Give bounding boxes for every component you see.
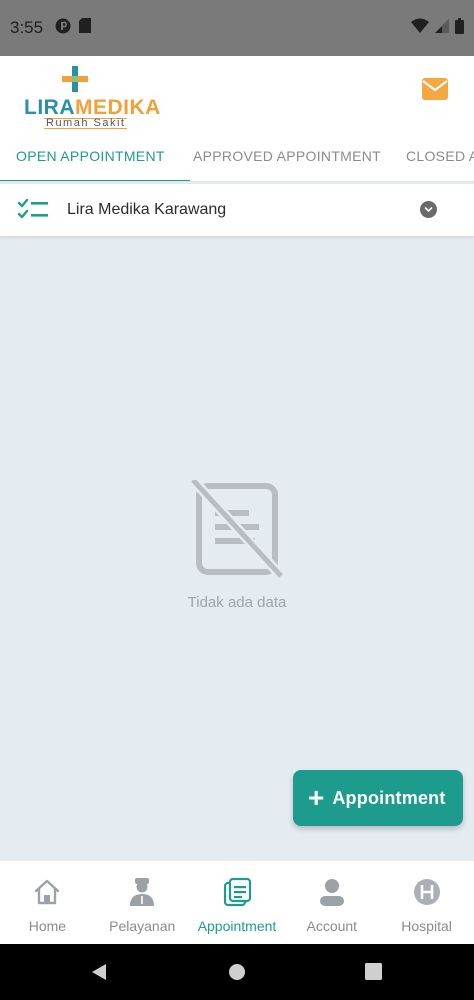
logo-brand-first: LIRA	[24, 96, 75, 119]
nav-item-pelayanan[interactable]: Pelayanan	[95, 861, 190, 944]
nav-label: Pelayanan	[109, 918, 176, 934]
appointment-icon	[223, 877, 252, 907]
plus-icon: +	[308, 782, 325, 813]
nav-label: Home	[28, 918, 67, 934]
logo-subtitle: Rumah Sakit	[44, 117, 128, 129]
add-appointment-label: Appointment	[332, 787, 446, 808]
nav-item-appointment[interactable]: Appointment	[190, 861, 285, 944]
logo-cross-icon	[62, 66, 88, 92]
mail-icon[interactable]	[422, 78, 448, 100]
bottom-navigation: Home Pelayanan Appointment Account Hospi…	[0, 860, 474, 944]
person-icon	[319, 879, 344, 906]
appointment-tabs: OPEN APPOINTMENT APPROVED APPOINTMENT CL…	[0, 130, 474, 182]
doctor-icon	[130, 878, 155, 906]
empty-state-message: Tidak ada data	[187, 594, 287, 611]
nav-label: Hospital	[401, 918, 452, 934]
home-icon	[35, 879, 60, 905]
app-notification-icon	[55, 18, 71, 39]
tab-closed-appointment[interactable]: CLOSED A	[388, 130, 474, 181]
tab-label: APPROVED APPOINTMENT	[193, 148, 382, 164]
tab-open-appointment[interactable]: OPEN APPOINTMENT	[0, 130, 190, 181]
hospital-selector[interactable]: Lira Medika Karawang	[0, 184, 474, 236]
status-bar: 3:55	[0, 0, 474, 56]
status-time: 3:55	[10, 18, 44, 37]
selected-hospital-label: Lira Medika Karawang	[67, 201, 227, 218]
add-appointment-button[interactable]: + Appointment	[293, 770, 463, 826]
nav-label: Appointment	[197, 918, 277, 934]
nav-item-account[interactable]: Account	[284, 861, 379, 944]
hospital-icon	[413, 879, 440, 905]
system-navigation-bar	[0, 944, 474, 1000]
nav-label: Account	[306, 918, 358, 934]
no-document-icon	[189, 480, 285, 578]
empty-state: Tidak ada data	[0, 480, 474, 611]
tab-approved-appointment[interactable]: APPROVED APPOINTMENT	[190, 130, 388, 181]
nav-item-home[interactable]: Home	[0, 861, 95, 944]
battery-icon	[455, 17, 464, 39]
home-button-icon[interactable]	[228, 963, 246, 986]
nav-item-hospital[interactable]: Hospital	[379, 861, 474, 944]
checklist-icon	[18, 199, 48, 219]
sd-card-icon	[79, 18, 92, 38]
back-icon[interactable]	[90, 963, 108, 986]
hospital-logo: LIRAMEDIKA Rumah Sakit	[24, 66, 160, 129]
wifi-icon	[411, 18, 429, 38]
logo-brand-second: MEDIKA	[75, 96, 161, 119]
signal-icon	[435, 18, 449, 38]
chevron-down-icon	[420, 201, 437, 218]
recents-icon[interactable]	[365, 963, 382, 985]
app-header: LIRAMEDIKA Rumah Sakit	[0, 56, 474, 130]
tab-label: CLOSED A	[406, 148, 474, 164]
tab-label: OPEN APPOINTMENT	[16, 148, 165, 164]
